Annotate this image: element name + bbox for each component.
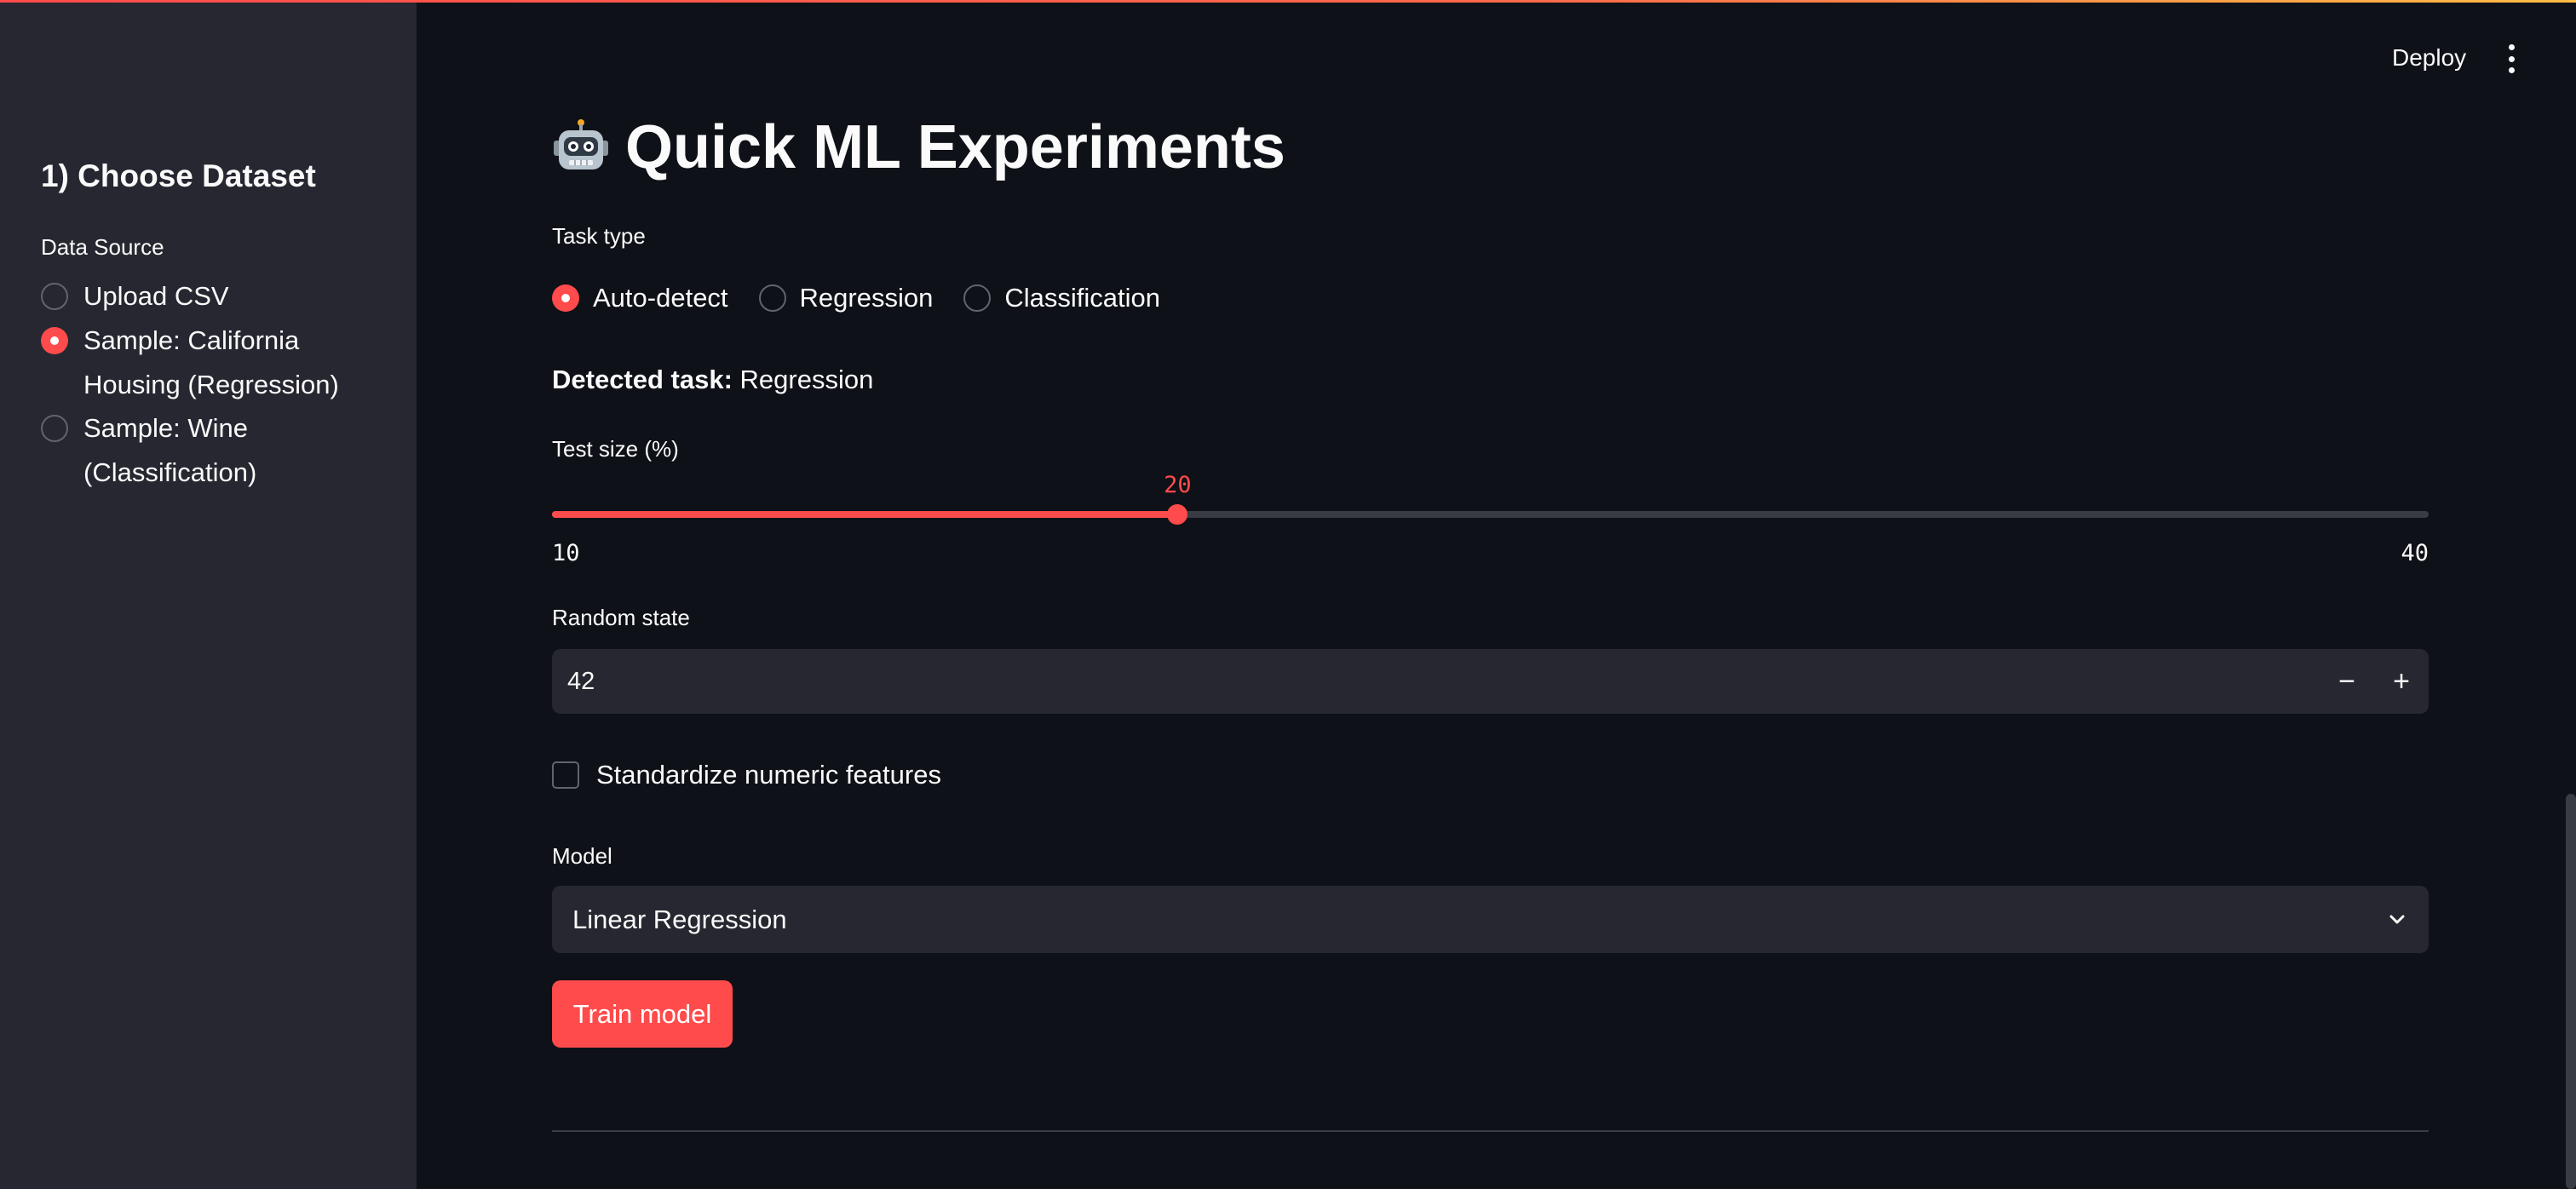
detected-task: Detected task: Regression	[552, 365, 873, 395]
radio-circle-selected[interactable]	[41, 327, 68, 354]
task-type-label: Task type	[552, 223, 646, 249]
standardize-checkbox-row[interactable]: Standardize numeric features	[552, 760, 941, 790]
random-state-input[interactable]: 42 − +	[552, 649, 2429, 714]
page-title-text: Quick ML Experiments	[625, 113, 1285, 181]
vertical-dots-icon[interactable]	[2503, 44, 2520, 73]
scrollbar[interactable]	[2566, 794, 2576, 1189]
sidebar-heading: 1) Choose Dataset	[41, 158, 316, 193]
data-source-option-label: Sample: California Housing (Regression)	[83, 325, 339, 399]
robot-icon	[554, 119, 608, 169]
divider	[552, 1130, 2429, 1132]
sidebar: 1) Choose Dataset Data Source Upload CSV…	[0, 0, 417, 1189]
slider-min-label: 10	[552, 540, 580, 566]
train-model-button[interactable]: Train model	[552, 980, 733, 1048]
chevron-down-icon[interactable]	[2386, 909, 2408, 931]
radio-circle[interactable]	[41, 283, 68, 310]
decrement-button[interactable]: −	[2320, 649, 2374, 714]
task-option-label: Classification	[1004, 283, 1160, 313]
data-source-option-label: Sample: Wine (Classification)	[83, 413, 257, 487]
model-selected-value: Linear Regression	[572, 904, 787, 934]
data-source-option-label: Upload CSV	[83, 281, 229, 311]
slider-current-value: 20	[1164, 472, 1192, 498]
radio-circle[interactable]	[963, 284, 992, 312]
increment-button[interactable]: +	[2374, 649, 2429, 714]
task-option-classification[interactable]: Classification	[963, 283, 1160, 313]
slider-fill	[552, 511, 1178, 518]
task-type-radio-group: Auto-detect Regression Classification	[552, 283, 1191, 313]
standardize-label: Standardize numeric features	[596, 760, 941, 790]
model-select[interactable]: Linear Regression	[552, 886, 2429, 953]
slider-track[interactable]	[552, 511, 2429, 518]
task-option-label: Regression	[799, 283, 934, 313]
top-accent-bar	[0, 0, 2576, 3]
page-title: Quick ML Experiments	[552, 112, 1285, 182]
radio-circle[interactable]	[758, 284, 786, 312]
data-source-option-california-housing[interactable]: Sample: California Housing (Regression)	[41, 319, 399, 407]
data-source-option-upload-csv[interactable]: Upload CSV	[41, 274, 399, 319]
detected-task-label: Detected task:	[552, 365, 733, 394]
radio-circle[interactable]	[41, 415, 68, 442]
test-size-label: Test size (%)	[552, 436, 679, 462]
data-source-option-wine[interactable]: Sample: Wine (Classification)	[41, 406, 399, 495]
random-state-value[interactable]: 42	[567, 668, 2320, 696]
radio-circle-selected[interactable]	[552, 284, 579, 312]
random-state-label: Random state	[552, 605, 690, 630]
detected-task-value: Regression	[739, 365, 874, 394]
deploy-button[interactable]: Deploy	[2392, 44, 2466, 72]
standardize-checkbox[interactable]	[552, 761, 579, 789]
model-label: Model	[552, 843, 612, 869]
task-option-regression[interactable]: Regression	[758, 283, 934, 313]
task-option-label: Auto-detect	[593, 283, 728, 313]
slider-max-label: 40	[2401, 540, 2429, 566]
data-source-label: Data Source	[41, 234, 164, 260]
task-option-auto-detect[interactable]: Auto-detect	[552, 283, 728, 313]
slider-thumb[interactable]	[1167, 504, 1188, 525]
